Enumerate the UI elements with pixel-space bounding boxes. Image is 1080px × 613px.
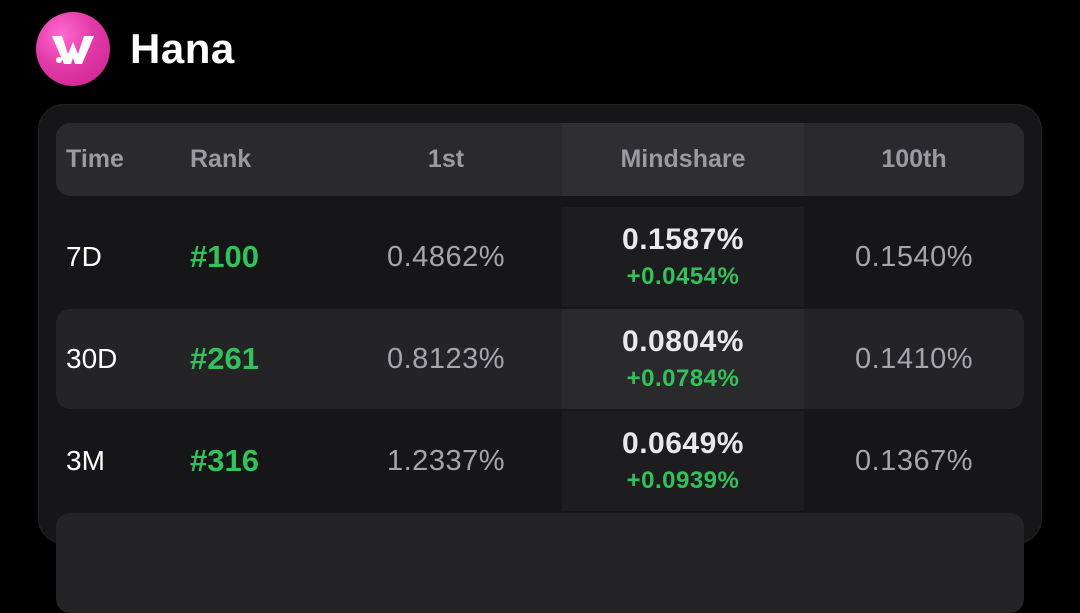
hundredth-cell: 0.1367% (804, 411, 1024, 511)
time-cell: 7D (66, 207, 176, 307)
first-cell: 1.2337% (346, 411, 546, 511)
header-mindshare: Mindshare (620, 145, 746, 173)
rank-value: #261 (190, 341, 259, 376)
time-value: 30D (66, 343, 118, 374)
table-row: 30D #261 0.8123% 0.0804% +0.0784% 0.1410… (56, 309, 1024, 409)
hundredth-value: 0.1540% (855, 240, 973, 273)
rank-value: #316 (190, 443, 259, 478)
time-cell: 30D (66, 309, 176, 409)
hundredth-cell: 0.1540% (804, 207, 1024, 307)
table-header-row: Time Rank 1st Mindshare 100th (56, 123, 1024, 196)
mindshare-table: Time Rank 1st Mindshare 100th 7D #100 0.… (38, 104, 1042, 613)
header-hundredth: 100th (881, 145, 947, 173)
first-value: 0.8123% (387, 342, 505, 375)
table-row: 3M #316 1.2337% 0.0649% +0.0939% 0.1367% (56, 411, 1024, 511)
header-time: Time (66, 145, 124, 173)
rank-value: #100 (190, 239, 259, 274)
mindshare-value: 0.0649% (622, 427, 744, 460)
hana-logo-icon (36, 12, 110, 86)
app-header: Hana (36, 12, 235, 86)
mindshare-cell: 0.0804% +0.0784% (562, 309, 804, 409)
rank-cell: #316 (190, 411, 340, 511)
mindshare-delta: +0.0454% (626, 263, 740, 290)
rank-cell: #100 (190, 207, 340, 307)
first-cell: 0.8123% (346, 309, 546, 409)
mindshare-delta: +0.0939% (626, 467, 740, 494)
header-rank: Rank (190, 145, 252, 173)
hundredth-value: 0.1367% (855, 444, 973, 477)
first-value: 0.4862% (387, 240, 505, 273)
time-value: 3M (66, 445, 105, 476)
first-cell: 0.4862% (346, 207, 546, 307)
rank-cell: #261 (190, 309, 340, 409)
time-value: 7D (66, 241, 102, 272)
mindshare-value: 0.1587% (622, 223, 744, 256)
mindshare-cell: 0.1587% +0.0454% (562, 207, 804, 307)
mindshare-value: 0.0804% (622, 325, 744, 358)
first-value: 1.2337% (387, 444, 505, 477)
mindshare-delta: +0.0784% (626, 365, 740, 392)
table-row-partial (56, 513, 1024, 613)
table-row: 7D #100 0.4862% 0.1587% +0.0454% 0.1540% (56, 207, 1024, 307)
app-title: Hana (130, 25, 235, 72)
hundredth-value: 0.1410% (855, 342, 973, 375)
time-cell: 3M (66, 411, 176, 511)
hundredth-cell: 0.1410% (804, 309, 1024, 409)
header-first: 1st (427, 145, 465, 173)
mindshare-cell: 0.0649% +0.0939% (562, 411, 804, 511)
